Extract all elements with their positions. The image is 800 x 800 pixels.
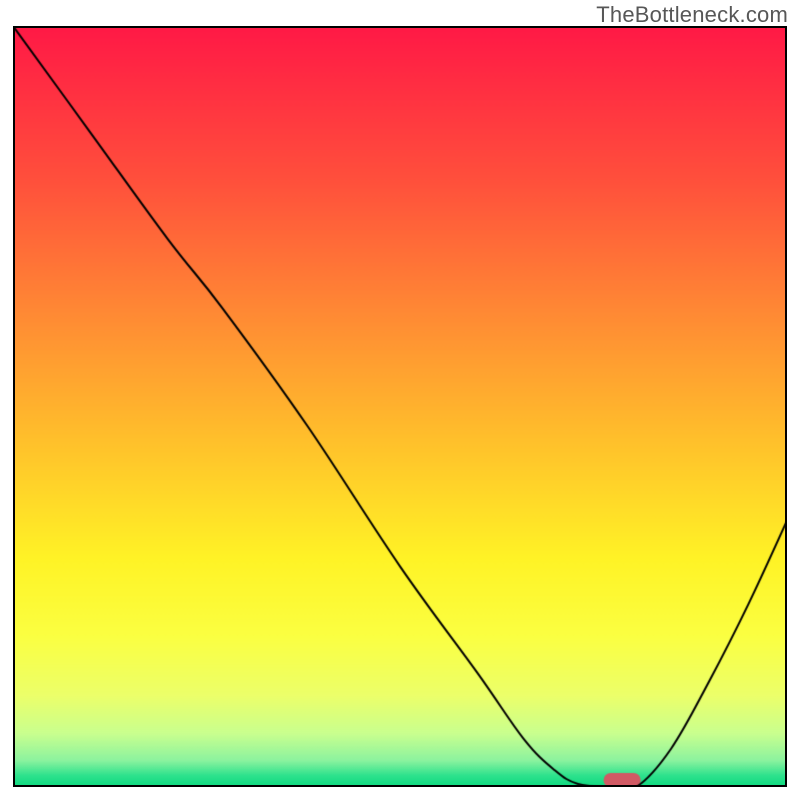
watermark-text: TheBottleneck.com [596, 2, 788, 28]
chart-frame [13, 26, 787, 787]
bottleneck-chart-canvas [13, 26, 787, 787]
